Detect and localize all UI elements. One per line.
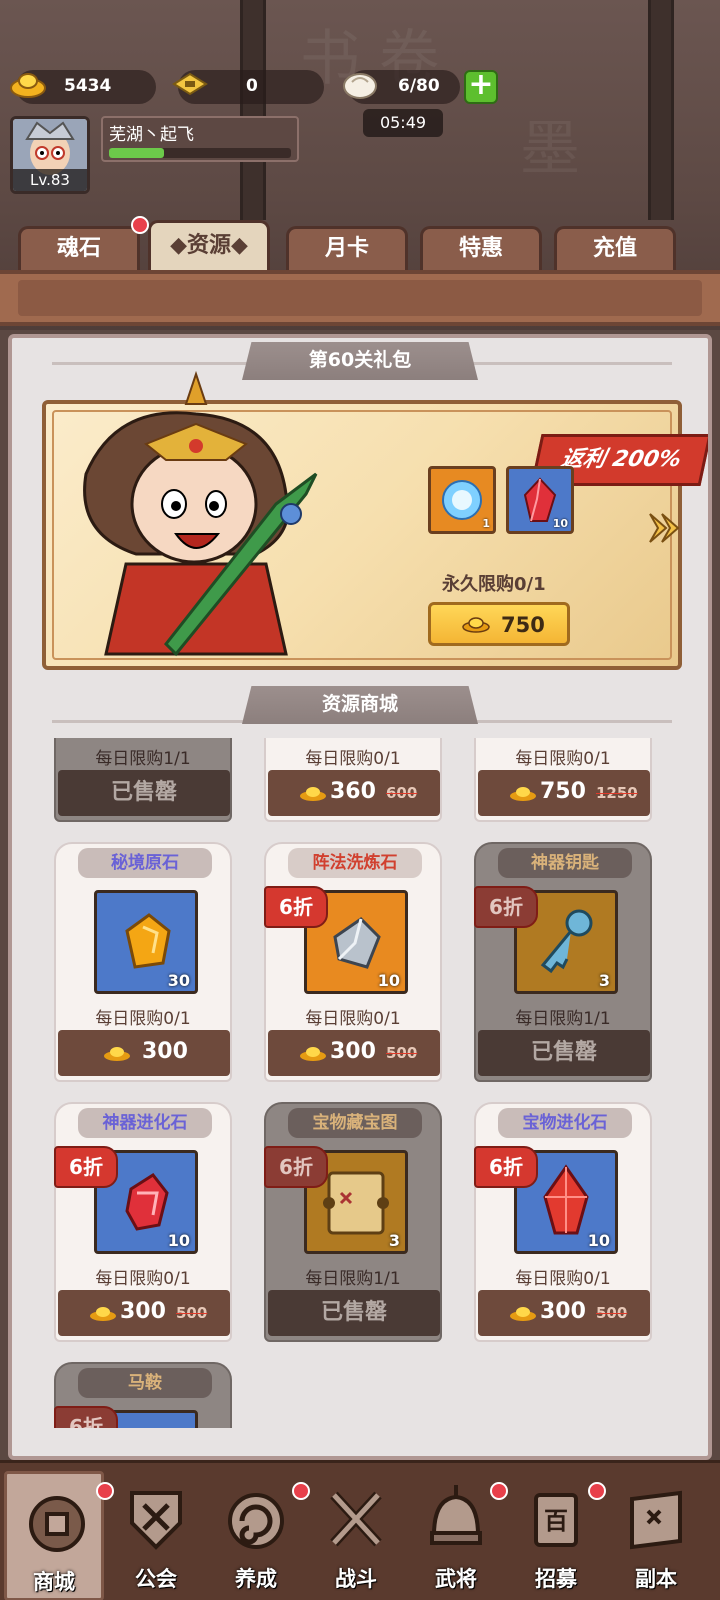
ticket-icon — [172, 72, 208, 96]
stamina-timer: 05:49 — [363, 109, 443, 137]
item-name: 秘境原石 — [78, 848, 212, 878]
nav-guild[interactable]: 公会 — [106, 1471, 206, 1600]
ticket-counter[interactable]: 0 — [172, 70, 324, 104]
stamina-counter[interactable]: 6/80 — [343, 70, 460, 104]
gold-ingot-icon — [90, 1307, 116, 1321]
shop-item-card[interactable]: 每日限购0/1 360 600 — [264, 738, 442, 822]
gold-ingot-icon — [10, 73, 46, 98]
item-name: 神器钥匙 — [498, 848, 632, 878]
shop-coin-icon — [29, 1496, 85, 1552]
stamina-value: 6/80 — [398, 76, 440, 96]
gold-ingot-icon — [104, 1047, 130, 1061]
shop-item-card[interactable]: 马鞍 6折 — [54, 1362, 232, 1428]
nav-shop[interactable]: 商城 — [4, 1471, 104, 1600]
buy-button[interactable]: 750 1250 — [478, 770, 650, 816]
shop-title: 资源商城 — [242, 686, 478, 724]
shop-item-card[interactable]: 每日限购1/1 已售罄 — [54, 738, 232, 822]
gold-ingot-icon — [510, 1307, 536, 1321]
bottom-navigation: 商城 公会 养成 战斗 武将 百 招募 副本 — [0, 1460, 720, 1600]
buy-button[interactable]: 360 600 — [268, 770, 440, 816]
gold-counter[interactable]: 5434 — [10, 70, 156, 104]
discount-badge: 6折 — [54, 1146, 118, 1188]
gold-ingot-icon — [300, 1047, 326, 1061]
gift-limit: 永久限购0/1 — [442, 574, 546, 595]
gift-item-crystal[interactable]: 10 — [506, 466, 574, 534]
player-level: Lv.83 — [13, 169, 87, 191]
shop-item-card[interactable]: 神器钥匙 3 6折 每日限购1/1 已售罄 — [474, 842, 652, 1082]
nav-battle[interactable]: 战斗 — [306, 1471, 406, 1600]
crossed-swords-icon — [330, 1491, 382, 1547]
sold-out-button: 已售罄 — [58, 770, 230, 816]
shop-item-card[interactable]: 宝物藏宝图 3 6折 每日限购1/1 已售罄 — [264, 1102, 442, 1342]
avatar[interactable]: Lv.83 — [10, 116, 90, 194]
item-name: 宝物藏宝图 — [288, 1108, 422, 1138]
buy-button[interactable]: 300 — [58, 1030, 230, 1076]
recruit-banner-icon: 百 — [534, 1493, 578, 1547]
shop-grid[interactable]: 每日限购1/1 已售罄 每日限购0/1 360 600 每日限购0/1 750 … — [12, 738, 708, 1428]
gift-item-orb[interactable]: 1 — [428, 466, 496, 534]
tab-monthly-card[interactable]: 月卡 — [286, 226, 408, 272]
sold-out-button: 已售罄 — [478, 1030, 650, 1076]
notification-dot — [96, 1482, 114, 1500]
tab-soulstone[interactable]: 魂石 — [18, 226, 140, 272]
player-info: 芜湖丶起飞 — [101, 116, 299, 162]
shop-panel[interactable]: 第60关礼包 返利 200% 1 10 永久限购0/1 750 资源商城 每日限… — [8, 334, 712, 1460]
exp-fill — [109, 148, 164, 158]
item-name: 神器进化石 — [78, 1108, 212, 1138]
hero-character-icon — [83, 370, 318, 657]
buy-button[interactable]: 300 500 — [58, 1290, 230, 1336]
guild-shield-icon — [130, 1491, 182, 1550]
buy-button[interactable]: 300 500 — [478, 1290, 650, 1336]
buy-button[interactable]: 300 500 — [268, 1030, 440, 1076]
gift-pack-card[interactable]: 返利 200% 1 10 永久限购0/1 750 — [42, 370, 708, 670]
ticket-value: 0 — [246, 76, 258, 96]
tab-special[interactable]: 特惠 — [420, 226, 542, 272]
notification-dot — [131, 216, 149, 234]
swirl-icon — [228, 1493, 284, 1549]
discount-badge: 6折 — [264, 886, 328, 928]
player-name: 芜湖丶起飞 — [109, 125, 194, 145]
shop-item-card[interactable]: 阵法洗炼石 10 6折 每日限购0/1 300 500 — [264, 842, 442, 1082]
gold-value: 5434 — [64, 76, 112, 96]
map-scroll-icon — [630, 1490, 682, 1550]
add-stamina-button[interactable]: + — [464, 70, 498, 104]
nav-develop[interactable]: 养成 — [206, 1471, 306, 1600]
item-name: 马鞍 — [78, 1368, 212, 1398]
notification-dot — [292, 1482, 310, 1500]
pillar-left — [240, 0, 266, 220]
discount-badge: 6折 — [474, 886, 538, 928]
nav-dungeon[interactable]: 副本 — [606, 1471, 706, 1600]
gold-ingot-icon — [462, 617, 490, 633]
shop-item-card[interactable]: 每日限购0/1 750 1250 — [474, 738, 652, 822]
discount-badge: 6折 — [54, 1406, 118, 1428]
discount-badge: 6折 — [264, 1146, 328, 1188]
tab-recharge[interactable]: 充值 — [554, 226, 676, 272]
next-arrow-icon[interactable] — [644, 510, 684, 546]
item-name: 宝物进化石 — [498, 1108, 632, 1138]
shop-item-card[interactable]: 神器进化石 10 6折 每日限购0/1 300 500 — [54, 1102, 232, 1342]
notification-dot — [588, 1482, 606, 1500]
tab-resources[interactable]: ◆资源◆ — [148, 220, 270, 272]
tab-bar-frame — [0, 270, 720, 326]
sold-out-button: 已售罄 — [268, 1290, 440, 1336]
helmet-icon — [430, 1485, 482, 1545]
gold-ingot-icon — [300, 787, 326, 801]
svg-text:百: 百 — [544, 1507, 568, 1535]
item-name: 阵法洗炼石 — [288, 848, 422, 878]
pillar-right — [648, 0, 674, 220]
item-icon: 30 — [94, 890, 198, 994]
shop-item-card[interactable]: 宝物进化石 10 6折 每日限购0/1 300 500 — [474, 1102, 652, 1342]
gold-ingot-icon — [510, 787, 536, 801]
notification-dot — [490, 1482, 508, 1500]
calligraphy-decoration: 墨 — [520, 114, 580, 184]
discount-badge: 6折 — [474, 1146, 538, 1188]
exp-bar — [109, 148, 291, 158]
steamed-bun-icon — [343, 73, 377, 99]
gift-buy-button[interactable]: 750 — [428, 602, 570, 646]
shop-item-card[interactable]: 秘境原石 30 每日限购0/1 300 — [54, 842, 232, 1082]
